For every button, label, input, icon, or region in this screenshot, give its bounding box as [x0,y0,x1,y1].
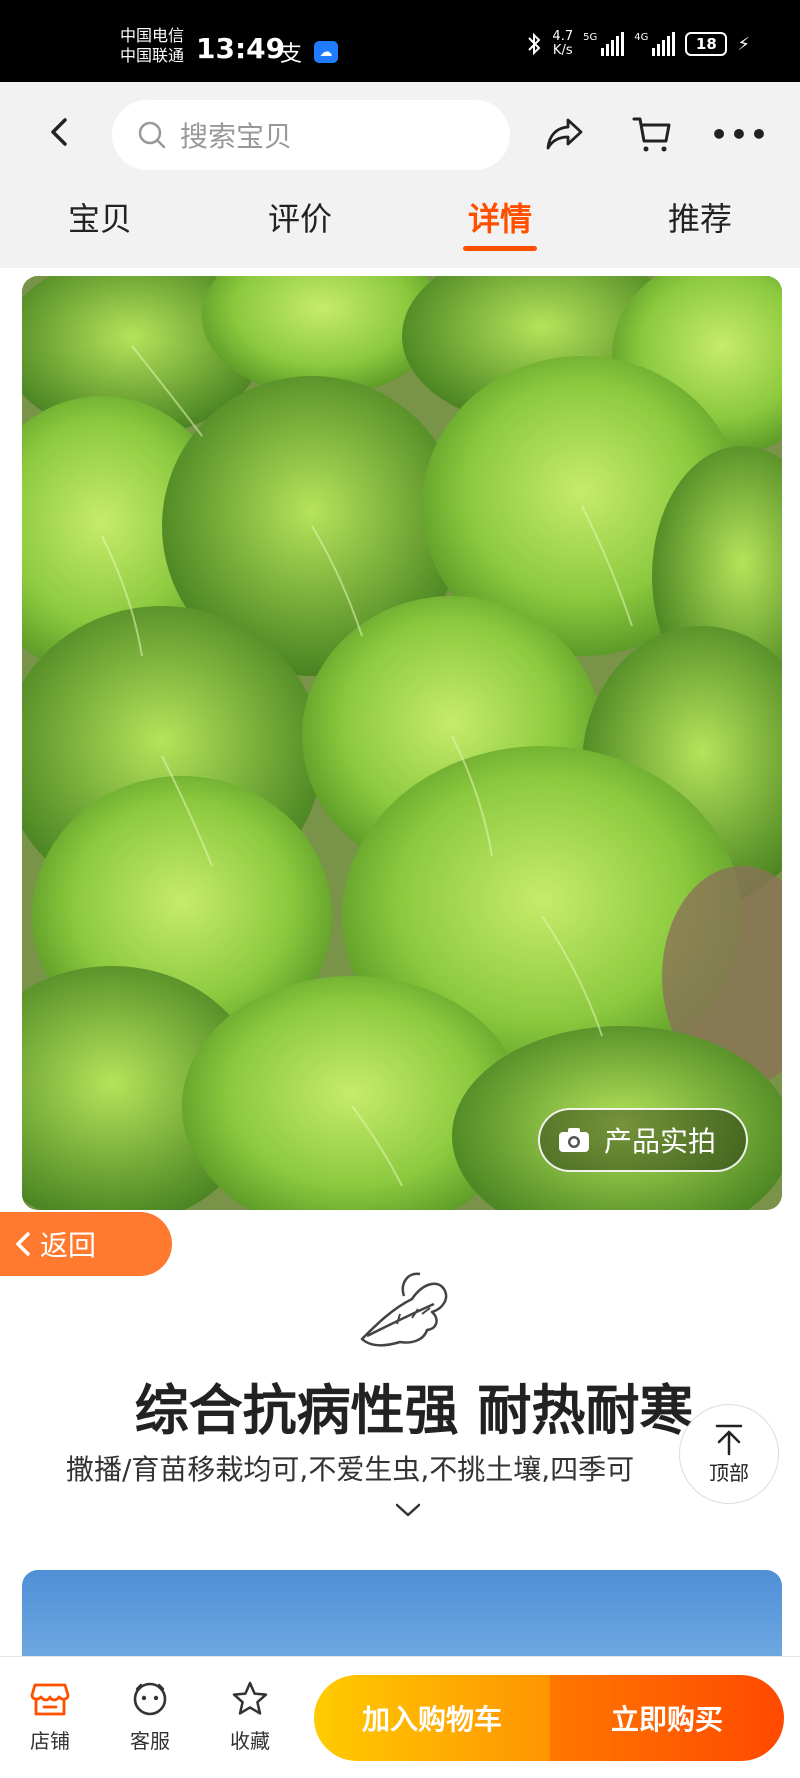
product-photo[interactable]: 产品实拍 [22,276,782,1210]
bottom-action-bar: 店铺 客服 收藏 加入购物车 立即购买 [0,1656,800,1778]
next-detail-image [22,1570,782,1656]
chevron-left-icon [16,1232,30,1256]
return-label: 返回 [40,1229,97,1262]
store-icon [30,1683,70,1716]
return-button[interactable]: 返回 [0,1212,172,1276]
arrow-up-icon [715,1424,743,1455]
product-header: 搜索宝贝 ••• 宝贝 评价 详情 推荐 [0,82,800,268]
favorite-label: 收藏 [230,1729,270,1753]
search-placeholder: 搜索宝贝 [180,120,293,153]
network-speed: 4.7 K/s [552,30,573,58]
cabbage-field-image [22,276,782,1210]
carrier-2: 中国联通 [120,46,185,65]
feature-subline: 撒播/育苗移栽均可,不爱生虫,不挑土壤,四季可 [66,1453,635,1486]
carrier-1: 中国电信 [120,26,185,45]
notification-icons: 支 ☁ [280,36,339,68]
battery-icon: 18 [685,32,728,56]
more-options-icon[interactable]: ••• [710,112,768,156]
feature-headline: 综合抗病性强 耐热耐寒 [134,1379,694,1442]
share-button[interactable] [542,112,586,156]
carrier-info: 中国电信 中国联通 [120,26,184,66]
tab-details-label: 详情 [467,200,532,238]
back-to-top-label: 顶部 [709,1460,749,1485]
customer-service-button[interactable]: 客服 [110,1681,190,1754]
tab-bar: 宝贝 评价 详情 推荐 [0,194,800,268]
chevron-down-icon[interactable] [394,1500,422,1520]
customer-service-label: 客服 [130,1729,170,1753]
network-speed-unit: K/s [552,43,573,58]
real-shot-badge: 产品实拍 [537,1108,748,1172]
purchase-actions: 加入购物车 立即购买 [314,1675,784,1761]
store-label: 店铺 [30,1729,70,1753]
detail-content: 产品实拍 返回 综合抗病性强 耐热耐寒 撒播/育苗移栽均可,不爱生虫,不挑土壤,… [0,268,800,1656]
clock: 13:49 [196,32,286,65]
search-icon [138,121,166,149]
add-to-cart-button[interactable]: 加入购物车 [314,1675,550,1761]
cabbage-line-icon [360,1272,448,1347]
signal-strength-icon: 4G [634,32,676,56]
customer-service-icon [133,1682,167,1716]
tab-recommend[interactable]: 推荐 [640,194,760,240]
real-shot-label: 产品实拍 [603,1125,716,1158]
store-button[interactable]: 店铺 [10,1681,90,1754]
buy-now-button[interactable]: 立即购买 [550,1675,784,1761]
signal-strength-icon: 5G [583,32,625,56]
signal-2-label: 4G [634,32,649,43]
signal-1-label: 5G [583,32,598,43]
cart-button[interactable] [630,112,674,156]
alipay-icon: 支 [280,42,303,67]
system-indicators: 4.7 K/s 5G 4G 18 ⚡ [526,30,750,58]
active-tab-indicator [463,246,537,251]
chevron-left-icon [51,118,67,146]
charging-icon: ⚡ [737,33,750,55]
share-icon [546,118,583,150]
back-button[interactable] [40,112,80,152]
bluetooth-icon [528,32,541,56]
tab-reviews[interactable]: 评价 [240,194,360,240]
tab-details[interactable]: 详情 [440,194,560,251]
camera-icon [558,1128,589,1152]
network-speed-value: 4.7 [552,29,574,44]
star-icon [232,1681,268,1715]
cloud-icon: ☁ [314,41,339,63]
tab-product[interactable]: 宝贝 [40,194,160,240]
favorite-button[interactable]: 收藏 [210,1681,290,1754]
cart-icon [632,117,671,152]
status-bar: 中国电信 中国联通 13:49 支 ☁ 4.7 K/s 5G 4G 18 ⚡ [0,0,800,82]
back-to-top-button[interactable]: 顶部 [679,1404,779,1504]
search-input[interactable]: 搜索宝贝 [112,100,510,170]
